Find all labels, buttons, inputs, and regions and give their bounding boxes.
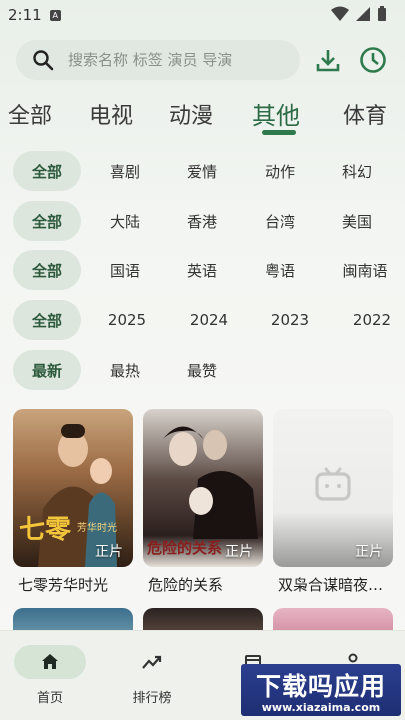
- filter-row-genre: 全部 喜剧 爱情 动作 科幻: [0, 151, 405, 191]
- filter-option[interactable]: 爱情: [162, 151, 242, 191]
- clock-icon: [360, 47, 386, 73]
- nav-home-pill: [14, 645, 86, 679]
- tab-all[interactable]: 全部: [8, 98, 52, 130]
- filter-option[interactable]: 最赞: [162, 350, 242, 390]
- active-tab-indicator: [262, 130, 296, 135]
- filter-chip-year-all[interactable]: 全部: [13, 300, 81, 340]
- watermark-logo: 下载吗应用 www.xiazaima.com: [241, 664, 401, 716]
- download-icon: [316, 50, 340, 72]
- filter-option[interactable]: 2022: [332, 300, 405, 340]
- filter-option[interactable]: 香港: [162, 201, 242, 241]
- notification-icon: A: [49, 9, 61, 21]
- search-icon: [33, 50, 54, 71]
- trending-icon: [142, 655, 162, 669]
- video-title[interactable]: 危险的关系: [148, 574, 273, 595]
- filter-row-sort: 最新 最热 最赞: [0, 350, 405, 390]
- search-input[interactable]: [68, 51, 278, 69]
- filter-option[interactable]: 动作: [240, 151, 320, 191]
- filter-chip-sort-latest[interactable]: 最新: [13, 350, 81, 390]
- poster-title-text: 危险的关系: [147, 539, 223, 557]
- filter-row-year: 全部 2025 2024 2023 2022: [0, 300, 405, 340]
- filter-chip-region-all[interactable]: 全部: [13, 201, 81, 241]
- filter-option[interactable]: 2023: [250, 300, 330, 340]
- filter-chip-language-all[interactable]: 全部: [13, 250, 81, 290]
- tab-sports[interactable]: 体育: [343, 98, 387, 130]
- nav-label: 排行榜: [132, 691, 172, 706]
- filter-option[interactable]: 大陆: [85, 201, 165, 241]
- filter-option[interactable]: 闽南语: [325, 250, 405, 290]
- signal-icon: [356, 7, 370, 21]
- filter-option[interactable]: 美国: [317, 201, 397, 241]
- episode-badge: 正片: [95, 544, 123, 560]
- filter-option[interactable]: 国语: [85, 250, 165, 290]
- history-button[interactable]: [357, 44, 389, 76]
- status-bar: 2:11 A: [0, 0, 405, 30]
- filter-chip-genre-all[interactable]: 全部: [13, 151, 81, 191]
- category-tabs: 全部 电视 动漫 其他 体育: [0, 96, 405, 140]
- status-time: 2:11: [8, 6, 42, 24]
- watermark-title: 下载吗应用: [255, 671, 386, 701]
- status-icons: [331, 6, 387, 22]
- episode-badge: 正片: [225, 544, 253, 560]
- filter-option[interactable]: 2025: [87, 300, 167, 340]
- nav-ranking[interactable]: 排行榜: [102, 645, 202, 706]
- filter-option[interactable]: 英语: [162, 250, 242, 290]
- search-bar[interactable]: [16, 40, 300, 80]
- video-title[interactable]: 七零芳华时光: [18, 574, 143, 595]
- filter-option[interactable]: 粤语: [240, 250, 320, 290]
- watermark-url: www.xiazaima.com: [261, 700, 381, 714]
- wifi-icon: [331, 6, 349, 21]
- download-button[interactable]: [312, 44, 344, 76]
- nav-label: 首页: [36, 691, 63, 706]
- tv-placeholder-icon: [315, 467, 351, 501]
- filter-option[interactable]: 台湾: [240, 201, 320, 241]
- video-card[interactable]: 七零 芳华时光 正片: [13, 409, 133, 567]
- tab-other[interactable]: 其他: [252, 96, 300, 131]
- filter-option[interactable]: 科幻: [317, 151, 397, 191]
- filter-option[interactable]: 喜剧: [85, 151, 165, 191]
- tab-anime[interactable]: 动漫: [169, 98, 213, 130]
- video-card[interactable]: 正片: [273, 409, 393, 567]
- home-icon: [42, 654, 58, 669]
- poster-subtitle-text: 芳华时光: [77, 523, 117, 534]
- filter-option[interactable]: 2024: [169, 300, 249, 340]
- video-title[interactable]: 双枭合谋暗夜…: [278, 574, 403, 595]
- tab-tv[interactable]: 电视: [89, 98, 133, 130]
- nav-ranking-pill: [116, 645, 188, 679]
- nav-home[interactable]: 首页: [0, 645, 100, 706]
- filter-row-language: 全部 国语 英语 粤语 闽南语: [0, 250, 405, 290]
- episode-badge: 正片: [355, 544, 383, 560]
- video-card[interactable]: 危险的关系 正片: [143, 409, 263, 567]
- filter-row-region: 全部 大陆 香港 台湾 美国: [0, 201, 405, 241]
- filter-option[interactable]: 最热: [85, 350, 165, 390]
- battery-icon: [378, 6, 386, 21]
- poster-title-text: 七零: [19, 515, 72, 545]
